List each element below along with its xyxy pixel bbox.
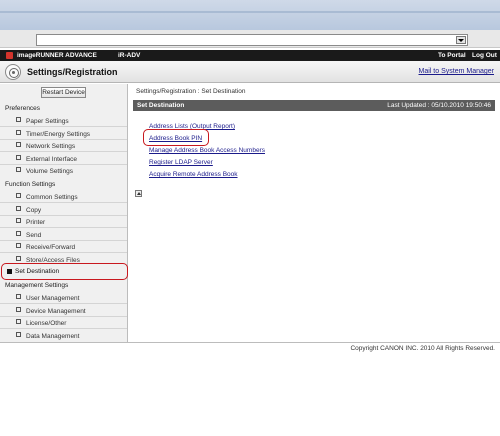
sidebar-item-send[interactable]: Send <box>16 231 41 239</box>
highlight-ring <box>1 263 128 280</box>
section-title-bar: Set Destination Last Updated : 05/10.201… <box>133 100 495 111</box>
sidebar-item-printer[interactable]: Printer <box>16 218 45 226</box>
model-name: iR-ADV <box>118 52 141 59</box>
sidebar-item-user-management[interactable]: User Management <box>16 294 79 302</box>
manage-access-numbers-link[interactable]: Manage Address Book Access Numbers <box>149 147 265 154</box>
divider <box>0 252 127 253</box>
highlight-ring <box>143 129 209 146</box>
section-title: Set Destination <box>137 102 185 109</box>
to-portal-link[interactable]: To Portal <box>438 52 466 59</box>
sidebar-item-data-management[interactable]: Data Management <box>16 332 79 340</box>
divider <box>0 328 127 329</box>
sidebar-item-copy[interactable]: Copy <box>16 206 41 214</box>
canon-logo-icon <box>6 52 13 59</box>
divider <box>0 139 127 140</box>
register-ldap-link[interactable]: Register LDAP Server <box>149 159 213 166</box>
divider <box>0 202 127 203</box>
divider <box>0 215 127 216</box>
divider <box>0 303 127 304</box>
section-preferences: Preferences <box>5 105 41 112</box>
divider <box>0 126 127 127</box>
page-title: Settings/Registration <box>27 67 118 77</box>
sidebar-item-network-settings[interactable]: Network Settings <box>16 142 75 150</box>
sidebar-item-volume-settings[interactable]: Volume Settings <box>16 167 73 175</box>
sidebar-item-paper-settings[interactable]: Paper Settings <box>16 117 69 125</box>
divider <box>0 164 127 165</box>
mail-system-manager-link[interactable]: Mail to System Manager <box>419 68 494 75</box>
browser-title-bar <box>0 0 500 30</box>
restart-device-button[interactable]: Restart Device <box>41 87 86 98</box>
divider <box>0 227 127 228</box>
settings-header: Settings/Registration Mail to System Man… <box>0 61 500 83</box>
sidebar: Restart Device Preferences Paper Setting… <box>0 84 128 342</box>
sidebar-item-license-other[interactable]: License/Other <box>16 319 66 327</box>
breadcrumb: Settings/Registration : Set Destination <box>136 88 246 95</box>
sidebar-item-external-interface[interactable]: External Interface <box>16 155 77 163</box>
divider <box>0 316 127 317</box>
last-updated: Last Updated : 05/10.2010 19:50:46 <box>387 102 491 109</box>
log-out-link[interactable]: Log Out <box>472 52 497 59</box>
sidebar-item-common-settings[interactable]: Common Settings <box>16 193 78 201</box>
section-function-settings: Function Settings <box>5 181 56 188</box>
sidebar-item-timer-energy[interactable]: Timer/Energy Settings <box>16 130 90 138</box>
page-top-icon[interactable] <box>135 190 142 197</box>
product-name: imageRUNNER ADVANCE <box>17 52 97 59</box>
acquire-remote-address-book-link[interactable]: Acquire Remote Address Book <box>149 171 238 178</box>
divider <box>0 151 127 152</box>
divider <box>0 240 127 241</box>
address-bar[interactable] <box>36 34 468 46</box>
sidebar-item-device-management[interactable]: Device Management <box>16 307 86 315</box>
sidebar-item-receive-forward[interactable]: Receive/Forward <box>16 243 75 251</box>
section-management-settings: Management Settings <box>5 282 69 289</box>
copyright: Copyright CANON INC. 2010 All Rights Res… <box>350 345 495 352</box>
footer-divider <box>0 342 500 343</box>
address-dropdown-icon[interactable] <box>456 36 466 44</box>
gear-icon <box>5 64 21 80</box>
browser-band <box>0 11 500 13</box>
app-header: imageRUNNER ADVANCE iR-ADV To Portal Log… <box>0 50 500 61</box>
